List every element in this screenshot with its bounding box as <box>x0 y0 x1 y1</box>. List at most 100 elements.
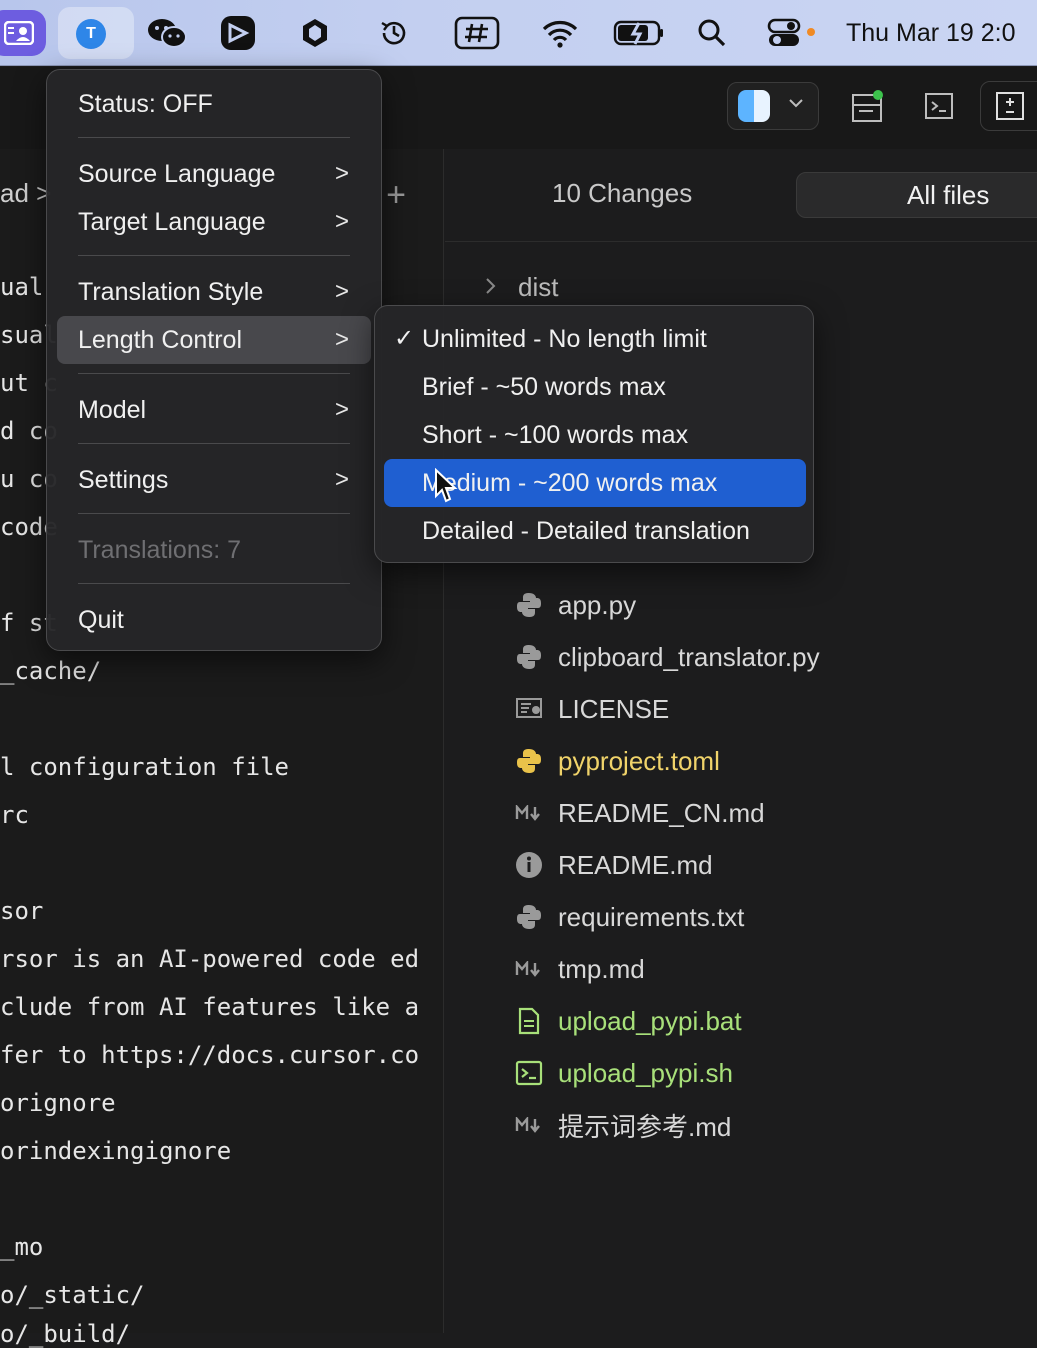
tree-file[interactable]: README_CN.md <box>514 793 765 833</box>
markdown-icon <box>514 1110 544 1140</box>
option-label: Brief - ~50 words max <box>422 373 666 401</box>
file-label: README_CN.md <box>558 797 765 828</box>
folder-label: dist <box>518 272 559 302</box>
length-option-short[interactable]: Short - ~100 words max <box>384 411 806 459</box>
menu-separator <box>78 583 350 584</box>
code-line: fer to https://docs.cursor.co <box>0 1041 420 1069</box>
menu-separator <box>78 255 350 256</box>
option-label: Detailed - Detailed translation <box>422 517 750 545</box>
file-label: app.py <box>558 589 637 620</box>
diff-view-button[interactable] <box>980 81 1037 131</box>
menu-item-translation-style[interactable]: Translation Style > <box>57 268 371 316</box>
tree-file[interactable]: upload_pypi.sh <box>514 1053 733 1093</box>
tree-file[interactable]: 提示词参考.md <box>514 1105 731 1145</box>
license-icon <box>514 694 544 724</box>
finder-icon <box>738 90 770 122</box>
info-icon <box>514 850 544 880</box>
tree-file[interactable]: tmp.md <box>514 949 645 989</box>
option-label: Medium - ~200 words max <box>422 469 718 497</box>
menu-item-source-language[interactable]: Source Language > <box>57 150 371 198</box>
code-line: _mo <box>0 1233 44 1261</box>
menu-separator <box>78 373 350 374</box>
code-line: orindexingignore <box>0 1137 232 1165</box>
menu-item-label: Target Language <box>78 208 266 236</box>
menu-bar-clock[interactable]: Thu Mar 19 2:0 <box>846 0 1016 66</box>
battery-charging-icon[interactable] <box>612 0 666 66</box>
translator-app-icon[interactable]: T <box>76 19 106 49</box>
file-label: tmp.md <box>558 953 645 984</box>
menu-item-label: Translations: 7 <box>78 536 242 564</box>
contacts-app-icon[interactable] <box>0 10 46 56</box>
hexagon-icon[interactable] <box>298 0 332 66</box>
menu-item-label: Settings <box>78 466 169 494</box>
option-label: Unlimited - No length limit <box>422 325 707 353</box>
menu-item-model[interactable]: Model > <box>57 386 371 434</box>
time-machine-icon[interactable] <box>376 0 412 66</box>
tree-file[interactable]: LICENSE <box>514 689 669 729</box>
tree-file[interactable]: clipboard_translator.py <box>514 637 820 677</box>
file-label: upload_pypi.bat <box>558 1005 742 1036</box>
menu-item-label: Length Control <box>78 326 243 354</box>
finder-dropdown-button[interactable] <box>727 82 819 130</box>
length-option-detailed[interactable]: Detailed - Detailed translation <box>384 507 806 555</box>
hashtag-icon[interactable] <box>453 0 501 66</box>
terminal-icon[interactable] <box>922 87 956 125</box>
divider <box>445 241 1037 242</box>
wechat-icon[interactable] <box>144 0 190 66</box>
menu-item-quit[interactable]: Quit <box>57 596 371 644</box>
translator-menu: Status: OFF Source Language > Target Lan… <box>46 69 382 651</box>
menu-item-label: Translation Style <box>78 278 264 306</box>
menu-separator <box>78 443 350 444</box>
file-icon <box>514 1006 544 1036</box>
code-line: o/_build/ <box>0 1320 131 1348</box>
tree-file[interactable]: requirements.txt <box>514 897 744 937</box>
wifi-icon[interactable] <box>540 0 580 66</box>
code-line: o/_static/ <box>0 1281 145 1309</box>
all-files-tab[interactable]: All files <box>796 172 1037 218</box>
file-label: 提示词参考.md <box>558 1111 732 1142</box>
file-label: README.md <box>558 849 713 880</box>
status-menu-item[interactable]: Status: OFF <box>57 80 371 128</box>
menu-item-settings[interactable]: Settings > <box>57 456 371 504</box>
translations-count: Translations: 7 <box>57 526 371 574</box>
menu-item-label: Source Language <box>78 160 276 188</box>
python-icon <box>514 590 544 620</box>
chevron-right-icon <box>484 272 498 303</box>
spotlight-search-icon[interactable] <box>696 0 728 66</box>
chevron-right-icon: > <box>334 208 349 235</box>
code-line: sor <box>0 897 44 925</box>
menu-separator <box>78 137 350 138</box>
chevron-right-icon: > <box>334 160 349 187</box>
capcut-icon[interactable] <box>218 0 258 66</box>
menu-item-label: Quit <box>78 606 124 634</box>
checkmark-icon: ✓ <box>394 325 415 352</box>
panel-layout-icon[interactable] <box>850 87 884 125</box>
changes-tab[interactable]: 10 Changes <box>552 178 692 209</box>
tree-file[interactable]: app.py <box>514 585 636 625</box>
breadcrumb[interactable]: ad > <box>0 178 51 209</box>
chevron-right-icon: > <box>334 396 349 423</box>
tree-file[interactable]: upload_pypi.bat <box>514 1001 742 1041</box>
tree-folder-dist[interactable]: dist <box>484 272 558 303</box>
tree-file[interactable]: README.md <box>514 845 713 885</box>
tree-file[interactable]: pyproject.toml <box>514 741 720 781</box>
file-label: clipboard_translator.py <box>558 641 820 672</box>
python-icon <box>514 746 544 776</box>
code-line: l configuration file <box>0 753 289 781</box>
markdown-icon <box>514 798 544 828</box>
add-tab-button[interactable]: + <box>380 176 412 216</box>
chevron-right-icon: > <box>334 466 349 493</box>
code-line: rc <box>0 801 29 829</box>
code-line: _cache/ <box>0 657 102 685</box>
file-label: LICENSE <box>558 693 670 724</box>
option-label: Short - ~100 words max <box>422 421 689 449</box>
control-center-icon[interactable] <box>766 0 820 66</box>
python-icon <box>514 642 544 672</box>
length-option-unlimited[interactable]: ✓ Unlimited - No length limit <box>384 315 806 363</box>
file-label: pyproject.toml <box>558 745 720 776</box>
menu-item-target-language[interactable]: Target Language > <box>57 198 371 246</box>
menu-item-length-control[interactable]: Length Control > <box>57 316 371 364</box>
length-option-brief[interactable]: Brief - ~50 words max <box>384 363 806 411</box>
code-line: rsor is an AI-powered code ed <box>0 945 420 973</box>
terminal-icon <box>514 1058 544 1088</box>
